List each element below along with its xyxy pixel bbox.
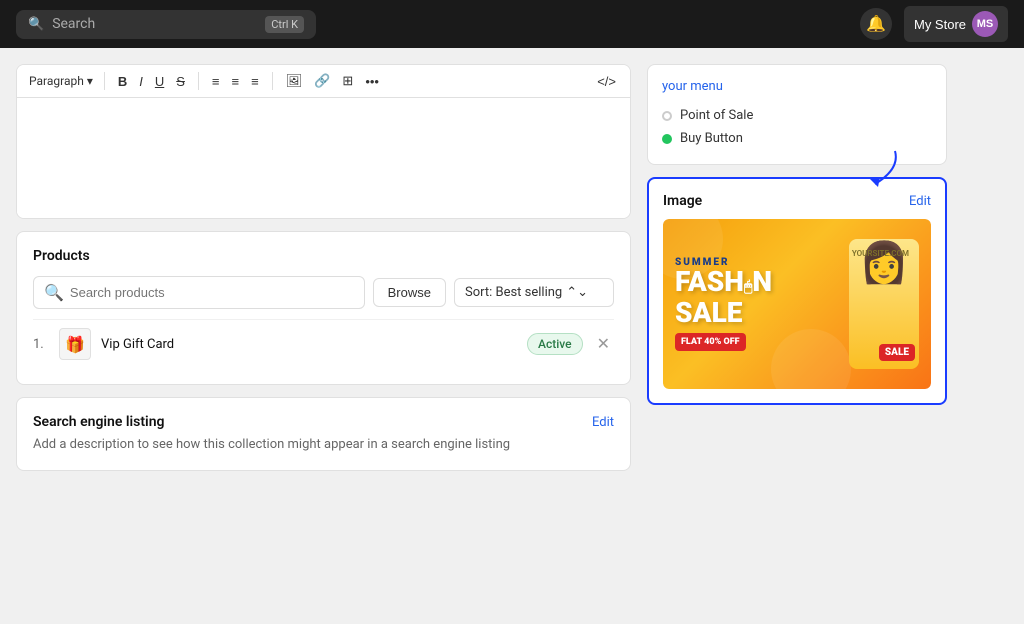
product-name: Vip Gift Card bbox=[101, 337, 517, 352]
align-center-button[interactable]: ≡ bbox=[228, 72, 244, 91]
remove-product-button[interactable]: ✕ bbox=[593, 334, 614, 354]
left-panel: Paragraph ▾ B I U S ≡ ≡ ≡ 🖼 bbox=[16, 64, 631, 560]
editor-content-area[interactable] bbox=[17, 98, 630, 218]
product-number: 1. bbox=[33, 337, 49, 352]
channel-item-pos: Point of Sale bbox=[662, 104, 932, 127]
avatar: MS bbox=[972, 11, 998, 37]
fashion-text-part1: FASH bbox=[675, 265, 744, 298]
image-edit-link[interactable]: Edit bbox=[909, 194, 931, 209]
italic-button[interactable]: I bbox=[135, 72, 147, 91]
seo-description: Add a description to see how this collec… bbox=[33, 436, 614, 454]
bold-button[interactable]: B bbox=[114, 72, 131, 91]
seo-header: Search engine listing Edit bbox=[33, 414, 614, 430]
sort-chevron-icon: ⌃⌄ bbox=[566, 285, 588, 300]
arrow-annotation bbox=[845, 149, 905, 194]
channel-status-dot-active bbox=[662, 134, 672, 144]
paragraph-selector[interactable]: Paragraph ▾ bbox=[27, 72, 95, 90]
formatting-group: B I U S bbox=[114, 72, 189, 91]
paragraph-group: Paragraph ▾ bbox=[27, 72, 95, 90]
notifications-button[interactable]: 🔔 bbox=[860, 8, 892, 40]
image-card-title: Image bbox=[663, 193, 702, 209]
store-selector-button[interactable]: My Store MS bbox=[904, 6, 1008, 42]
top-navigation: 🔍 Search Ctrl K 🔔 My Store MS bbox=[0, 0, 1024, 48]
products-search-row: 🔍 Browse Sort: Best selling ⌃⌄ bbox=[33, 276, 614, 309]
image-preview-area: SUMMER FASH🖱N SALE FLAT 40% OFF YOURSITE… bbox=[663, 219, 931, 389]
link-button[interactable]: 🔗 bbox=[310, 71, 334, 91]
product-search-input-wrap[interactable]: 🔍 bbox=[33, 276, 365, 309]
insert-group: 🖼 🔗 ⊞ ••• bbox=[282, 71, 383, 91]
table-button[interactable]: ⊞ bbox=[338, 71, 357, 91]
more-button[interactable]: ••• bbox=[361, 72, 383, 91]
code-button[interactable]: </> bbox=[593, 72, 620, 91]
strikethrough-button[interactable]: S bbox=[172, 72, 189, 91]
products-section-title: Products bbox=[33, 248, 614, 264]
banner-fashion-text: FASH🖱N bbox=[675, 268, 849, 296]
seo-card: Search engine listing Edit Add a descrip… bbox=[16, 397, 631, 471]
align-left-button[interactable]: ≡ bbox=[208, 72, 224, 91]
banner-discount: FLAT 40% OFF bbox=[675, 333, 746, 351]
banner-right-content: YOURSITE.COM 👩 SALE bbox=[849, 239, 919, 369]
image-insert-button[interactable]: 🖼 bbox=[282, 71, 307, 91]
toolbar-divider-3 bbox=[272, 72, 273, 90]
toolbar-divider-2 bbox=[198, 72, 199, 90]
sort-label: Sort: Best selling bbox=[465, 285, 562, 300]
align-group: ≡ ≡ ≡ bbox=[208, 72, 263, 91]
main-container: Paragraph ▾ B I U S ≡ ≡ ≡ 🖼 bbox=[0, 48, 1024, 576]
product-search-input[interactable] bbox=[70, 285, 354, 300]
channel-item-buy: Buy Button bbox=[662, 127, 932, 150]
fashion-text-part2: N bbox=[752, 265, 772, 298]
channel-status-dot bbox=[662, 111, 672, 121]
right-panel: your menu Point of Sale Buy Button Image bbox=[647, 64, 947, 560]
image-card-header: Image Edit bbox=[663, 193, 931, 209]
editor-card: Paragraph ▾ B I U S ≡ ≡ ≡ 🖼 bbox=[16, 64, 631, 219]
underline-button[interactable]: U bbox=[151, 72, 168, 91]
search-label: Search bbox=[52, 16, 95, 32]
search-shortcut: Ctrl K bbox=[265, 16, 304, 33]
banner-sale-badge: SALE bbox=[879, 344, 915, 361]
banner-sale-text: SALE bbox=[675, 296, 849, 329]
channel-name: Point of Sale bbox=[680, 108, 753, 123]
status-badge: Active bbox=[527, 333, 583, 355]
banner-left-content: SUMMER FASH🖱N SALE FLAT 40% OFF bbox=[675, 257, 849, 351]
seo-title: Search engine listing bbox=[33, 414, 164, 430]
product-row: 1. 🎁 Vip Gift Card Active ✕ bbox=[33, 319, 614, 368]
banner-image: SUMMER FASH🖱N SALE FLAT 40% OFF YOURSITE… bbox=[663, 219, 931, 389]
product-thumbnail: 🎁 bbox=[59, 328, 91, 360]
seo-edit-link[interactable]: Edit bbox=[592, 415, 614, 430]
channel-name-buy: Buy Button bbox=[680, 131, 743, 146]
global-search-bar[interactable]: 🔍 Search Ctrl K bbox=[16, 10, 316, 39]
editor-toolbar: Paragraph ▾ B I U S ≡ ≡ ≡ 🖼 bbox=[17, 65, 630, 98]
image-card: Image Edit SUMMER FASH🖱N SALE FLAT 40% O… bbox=[647, 177, 947, 405]
sort-selector[interactable]: Sort: Best selling ⌃⌄ bbox=[454, 278, 614, 307]
align-right-button[interactable]: ≡ bbox=[247, 72, 263, 91]
toolbar-divider-1 bbox=[104, 72, 105, 90]
product-search-icon: 🔍 bbox=[44, 283, 64, 302]
browse-button[interactable]: Browse bbox=[373, 278, 446, 307]
products-card: Products 🔍 Browse Sort: Best selling ⌃⌄ … bbox=[16, 231, 631, 385]
banner-url: YOURSITE.COM bbox=[852, 249, 909, 258]
your-menu-link[interactable]: your menu bbox=[662, 79, 932, 94]
store-name-label: My Store bbox=[914, 17, 966, 32]
nav-right-actions: 🔔 My Store MS bbox=[860, 6, 1008, 42]
search-icon: 🔍 bbox=[28, 17, 44, 32]
